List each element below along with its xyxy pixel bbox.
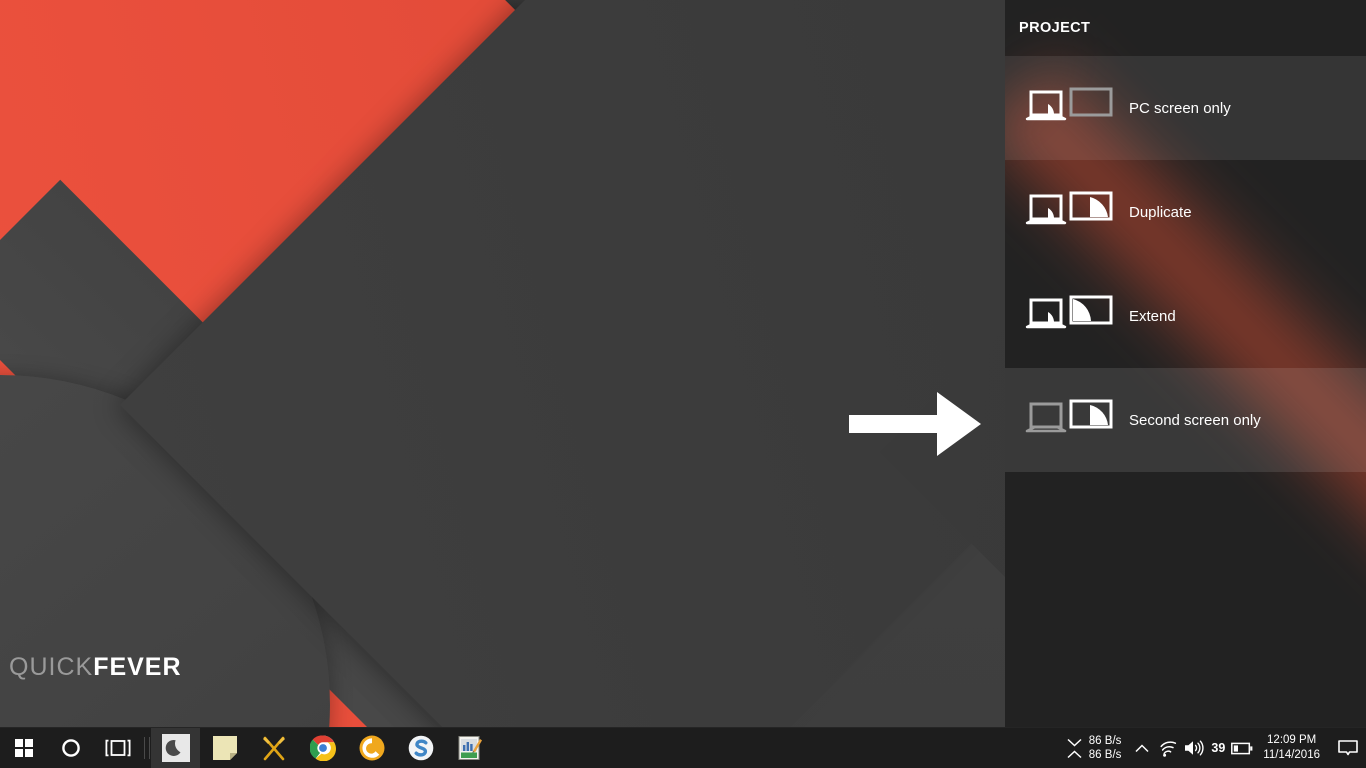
- battery-percentage: 39: [1211, 741, 1226, 755]
- watermark-fever: FEVER: [93, 653, 182, 681]
- taskbar-app-chart-notepad[interactable]: [445, 728, 494, 768]
- flux-moon-icon: [161, 734, 190, 762]
- watermark-quick: QUICK: [9, 653, 94, 681]
- sticky-notes-icon: [212, 736, 237, 760]
- cortana-circle-icon: [61, 739, 80, 757]
- taskbar-app-chrome[interactable]: [298, 728, 347, 768]
- project-option-label: Second screen only: [1129, 411, 1261, 429]
- network-meter-arrows: [1067, 738, 1082, 759]
- wifi-icon: [1160, 740, 1177, 757]
- system-tray[interactable]: 39: [1129, 728, 1255, 768]
- project-option-duplicate[interactable]: Duplicate: [1005, 160, 1366, 264]
- chevron-up-icon: [1135, 743, 1149, 752]
- start-button[interactable]: [0, 728, 47, 768]
- right-arrow-annotation: [849, 392, 981, 456]
- laptop-inactive-monitor-active-icon: [1021, 396, 1113, 444]
- task-view-button[interactable]: [94, 728, 141, 768]
- taskbar-divider: [144, 737, 145, 759]
- project-option-label: Extend: [1129, 307, 1176, 325]
- chevron-down-icon: [1067, 738, 1082, 747]
- laptop-active-monitor-extended-icon: [1021, 292, 1113, 340]
- clock-date: 11/14/2016: [1263, 749, 1320, 761]
- panel-title: PROJECT: [1019, 20, 1091, 36]
- crossed-tools-icon: [262, 736, 285, 761]
- windows-start-icon: [14, 739, 33, 757]
- taskbar-app-flux[interactable]: [151, 727, 200, 768]
- network-download-speed: 86 B/s: [1088, 735, 1122, 747]
- battery-button[interactable]: [1229, 728, 1255, 768]
- action-center-button[interactable]: [1330, 728, 1366, 768]
- task-view-icon: [105, 739, 130, 757]
- chrome-canary-icon: [359, 735, 384, 761]
- s-browser-icon: [408, 735, 433, 761]
- taskbar-app-crossed-tools[interactable]: [249, 728, 298, 768]
- taskbar-app-chrome-canary[interactable]: [347, 728, 396, 768]
- project-option-pc-screen-only[interactable]: PC screen only: [1005, 56, 1366, 160]
- chevron-up-icon: [1067, 749, 1082, 758]
- action-center-icon: [1338, 740, 1358, 756]
- taskbar-divider-2: [149, 737, 150, 759]
- project-flyout-panel[interactable]: PROJECT PC screen only Duplicate Extend …: [1005, 0, 1366, 727]
- project-option-second-screen-only[interactable]: Second screen only: [1005, 368, 1366, 472]
- speaker-icon: [1185, 740, 1205, 756]
- project-option-extend[interactable]: Extend: [1005, 264, 1366, 368]
- taskbar-app-s-browser[interactable]: [396, 728, 445, 768]
- clock[interactable]: 12:09 PM 11/14/2016: [1255, 728, 1330, 768]
- laptop-active-monitor-inactive-icon: [1021, 84, 1113, 132]
- volume-button[interactable]: [1181, 728, 1207, 768]
- network-speed-meter[interactable]: 86 B/s 86 B/s: [1061, 728, 1130, 768]
- network-upload-speed: 86 B/s: [1088, 749, 1122, 761]
- show-hidden-icons-button[interactable]: [1129, 728, 1155, 768]
- wifi-button[interactable]: [1155, 728, 1181, 768]
- laptop-active-monitor-active-icon: [1021, 188, 1113, 236]
- project-option-label: PC screen only: [1129, 99, 1231, 117]
- taskbar-app-sticky-notes[interactable]: [200, 728, 249, 768]
- screen: QUICKFEVER PROJECT PC screen only Duplic…: [0, 0, 1366, 768]
- watermark: QUICKFEVER: [9, 655, 182, 680]
- cortana-search-button[interactable]: [47, 728, 94, 768]
- right-arrow-icon: [849, 392, 981, 456]
- taskbar[interactable]: 86 B/s 86 B/s 39 12:09 PM 11/14/2016: [0, 727, 1366, 768]
- clock-time: 12:09 PM: [1267, 734, 1317, 746]
- project-option-label: Duplicate: [1129, 203, 1192, 221]
- battery-low-icon: [1231, 742, 1253, 754]
- chart-notepad-icon: [458, 736, 482, 760]
- google-chrome-icon: [309, 735, 336, 761]
